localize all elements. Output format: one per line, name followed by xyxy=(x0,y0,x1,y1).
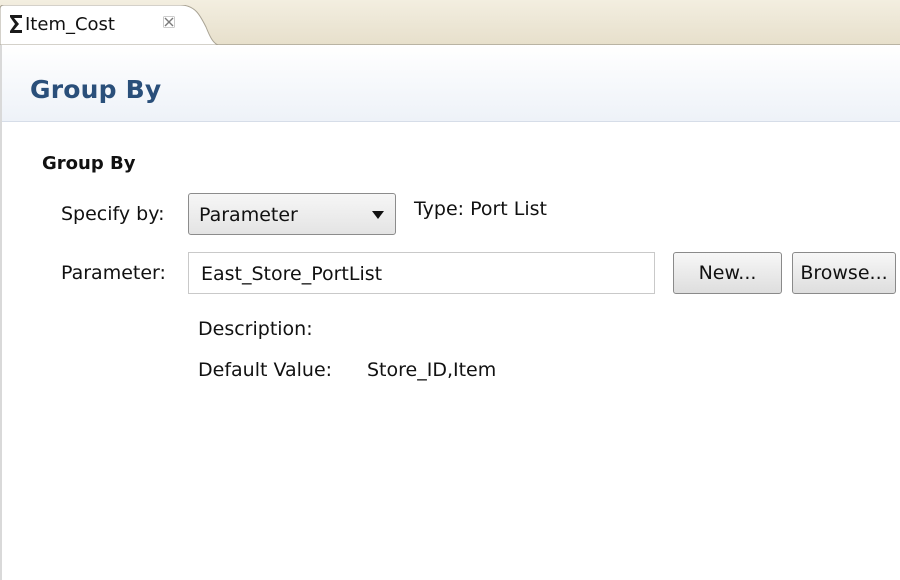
parameter-label: Parameter: xyxy=(61,262,166,284)
parameter-value: East_Store_PortList xyxy=(201,263,383,285)
specify-by-value: Parameter xyxy=(199,204,298,226)
close-icon[interactable] xyxy=(163,16,175,28)
specify-by-dropdown[interactable]: Parameter xyxy=(188,193,396,235)
editor-panel: Group By Group By Specify by: Parameter … xyxy=(0,45,900,580)
page-title: Group By xyxy=(30,75,162,104)
type-label: Type: Port List xyxy=(414,198,547,220)
panel-left-border xyxy=(0,45,2,580)
default-value: Store_ID,Item xyxy=(367,359,497,381)
browse-button[interactable]: Browse... xyxy=(792,252,896,294)
specify-by-label: Specify by: xyxy=(61,203,165,225)
description-label: Description: xyxy=(198,318,313,340)
chevron-down-icon xyxy=(372,211,384,219)
page-header: Group By xyxy=(2,45,900,122)
tab-item-cost[interactable]: Item_Cost xyxy=(0,5,218,45)
parameter-field[interactable]: East_Store_PortList xyxy=(188,252,655,294)
tab-title: Item_Cost xyxy=(25,14,115,35)
sigma-icon xyxy=(10,15,22,33)
section-title: Group By xyxy=(42,153,136,174)
default-value-label: Default Value: xyxy=(198,359,333,381)
editor-tab-strip: Item_Cost xyxy=(0,0,900,45)
new-button[interactable]: New... xyxy=(673,252,782,294)
